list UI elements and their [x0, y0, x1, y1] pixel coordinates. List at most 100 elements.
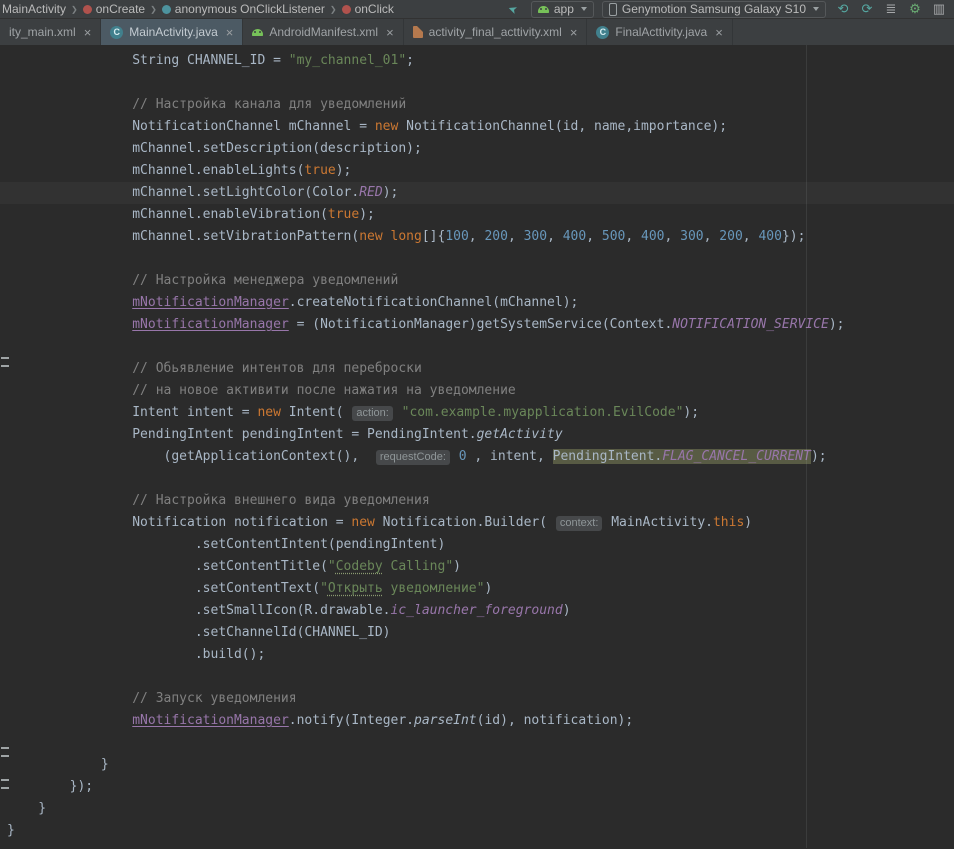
code-line[interactable]: // Настройка менеджера уведомлений [7, 270, 954, 292]
gear-icon[interactable] [906, 1, 924, 17]
code-token: , [665, 229, 681, 244]
code-token: new [351, 515, 374, 530]
code-token: context: [556, 516, 603, 531]
code-line[interactable]: (getApplicationContext(), requestCode: 0… [7, 446, 954, 468]
code-token: true [328, 207, 359, 222]
code-token [383, 229, 391, 244]
code-line[interactable]: mChannel.setVibrationPattern(new long[]{… [7, 226, 954, 248]
pointer-icon[interactable] [506, 1, 519, 16]
code-line[interactable]: String CHANNEL_ID = "my_channel_01"; [7, 50, 954, 72]
breadcrumb-separator-icon [330, 5, 337, 14]
code-line[interactable] [7, 336, 954, 358]
code-token: mChannel.setDescription(description); [7, 141, 422, 156]
code-line[interactable]: NotificationChannel mChannel = new Notif… [7, 116, 954, 138]
code-line[interactable] [7, 732, 954, 754]
close-icon[interactable] [715, 26, 723, 39]
code-line[interactable]: mNotificationManager = (NotificationMana… [7, 314, 954, 336]
code-token: 0 [459, 449, 467, 464]
code-line[interactable]: Notification notification = new Notifica… [7, 512, 954, 534]
close-icon[interactable] [386, 26, 394, 39]
code-lines[interactable]: String CHANNEL_ID = "my_channel_01"; // … [0, 45, 954, 848]
device-selector[interactable]: Genymotion Samsung Galaxy S10 [602, 1, 826, 18]
tab-finalacttivity-java[interactable]: FinalActtivity.java [587, 19, 732, 45]
code-line[interactable]: // Настройка канала для уведомлений [7, 94, 954, 116]
tab-androidmanifest-xml[interactable]: AndroidManifest.xml [243, 19, 403, 45]
close-icon[interactable] [226, 26, 234, 39]
code-token: // Настройка менеджера уведомлений [7, 273, 398, 288]
code-token: MainActivity. [603, 515, 713, 530]
code-token [394, 405, 402, 420]
code-line[interactable]: Intent intent = new Intent( action: "com… [7, 402, 954, 424]
code-line[interactable]: } [7, 754, 954, 776]
breadcrumb-label: onCreate [96, 2, 145, 16]
code-token: уведомление" [383, 581, 485, 596]
breadcrumb: MainActivity onCreate anonymous OnClickLis… [2, 2, 394, 16]
code-token: , [704, 229, 720, 244]
code-line[interactable]: .setContentIntent(pendingIntent) [7, 534, 954, 556]
code-token: 300 [680, 229, 703, 244]
code-token: 500 [602, 229, 625, 244]
code-line[interactable]: mChannel.enableLights(true); [7, 160, 954, 182]
code-token: // Обьявление интентов для переброски [7, 361, 422, 376]
code-token: " [320, 581, 328, 596]
code-token: Intent( [281, 405, 351, 420]
gutter-mark-icon[interactable] [1, 357, 9, 367]
tab-activity-final-acttivity-xml[interactable]: activity_final_acttivity.xml [404, 19, 588, 45]
code-token: new [359, 229, 382, 244]
breadcrumb-label: anonymous OnClickListener [175, 2, 325, 16]
code-token [451, 449, 459, 464]
gutter-mark-icon[interactable] [1, 779, 9, 789]
tab-ity-main-xml[interactable]: ity_main.xml [0, 19, 101, 45]
code-token: NOTIFICATION_SERVICE [672, 317, 829, 332]
code-line[interactable]: mNotificationManager.notify(Integer.pars… [7, 710, 954, 732]
apply-changes-icon[interactable] [834, 1, 852, 17]
tab-mainactivity-java[interactable]: MainActivity.java [101, 19, 243, 45]
code-line[interactable] [7, 72, 954, 94]
code-token: RED [359, 185, 382, 200]
editor[interactable]: String CHANNEL_ID = "my_channel_01"; // … [0, 45, 954, 848]
run-config-selector[interactable]: app [531, 1, 594, 18]
code-line[interactable]: .setChannelId(CHANNEL_ID) [7, 622, 954, 644]
code-token: } [7, 801, 46, 816]
breadcrumb-item[interactable]: onClick [342, 2, 394, 16]
code-line[interactable] [7, 666, 954, 688]
code-line[interactable]: .setContentText("Открыть уведомление") [7, 578, 954, 600]
code-line[interactable]: // Настройка внешнего вида уведомления [7, 490, 954, 512]
breadcrumb-item[interactable]: MainActivity [2, 2, 66, 16]
code-line[interactable]: .setContentTitle("Codeby Calling") [7, 556, 954, 578]
code-token: Notification notification = [7, 515, 351, 530]
code-token [7, 317, 132, 332]
code-line[interactable] [7, 468, 954, 490]
code-token: FLAG_CANCEL_CURRENT [662, 449, 811, 464]
android-file-icon [252, 29, 263, 36]
code-line[interactable]: } [7, 798, 954, 820]
code-token: ); [336, 163, 352, 178]
code-token: mChannel.setLightColor(Color. [7, 185, 359, 200]
close-icon[interactable] [84, 26, 92, 39]
code-line[interactable]: PendingIntent pendingIntent = PendingInt… [7, 424, 954, 446]
code-line[interactable]: mChannel.setLightColor(Color.RED); [0, 182, 954, 204]
close-icon[interactable] [570, 26, 578, 39]
code-line[interactable] [7, 248, 954, 270]
code-line[interactable]: mNotificationManager.createNotificationC… [7, 292, 954, 314]
code-token: mChannel.enableLights( [7, 163, 304, 178]
apply-code-changes-icon[interactable] [858, 1, 876, 17]
code-line[interactable]: } [7, 820, 954, 842]
code-line[interactable]: mChannel.setDescription(description); [7, 138, 954, 160]
code-line[interactable]: .build(); [7, 644, 954, 666]
gutter-mark-icon[interactable] [1, 747, 9, 757]
breadcrumb-item[interactable]: onCreate [83, 2, 145, 16]
code-token: getActivity [477, 427, 563, 442]
code-line[interactable]: // на новое активити после нажатия на ув… [7, 380, 954, 402]
code-token: // Настройка канала для уведомлений [7, 97, 406, 112]
code-token: requestCode: [376, 450, 450, 465]
code-line[interactable]: .setSmallIcon(R.drawable.ic_launcher_for… [7, 600, 954, 622]
code-token: ) [563, 603, 571, 618]
breadcrumb-item[interactable]: anonymous OnClickListener [162, 2, 325, 16]
code-line[interactable]: // Запуск уведомления [7, 688, 954, 710]
device-explorer-icon[interactable] [930, 1, 948, 17]
code-line[interactable]: // Обьявление интентов для переброски [7, 358, 954, 380]
code-line[interactable]: mChannel.enableVibration(true); [7, 204, 954, 226]
logcat-icon[interactable] [882, 1, 900, 17]
code-line[interactable]: }); [7, 776, 954, 798]
